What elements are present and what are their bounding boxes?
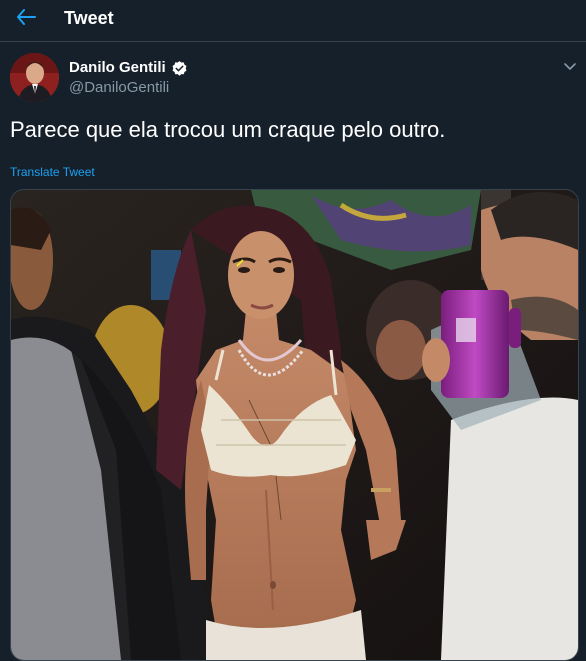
tweet-options-button[interactable] bbox=[562, 58, 578, 74]
chevron-down-icon bbox=[564, 63, 576, 70]
tweet-text: Parece que ela trocou um craque pelo out… bbox=[10, 117, 446, 142]
avatar[interactable] bbox=[10, 53, 59, 102]
verified-badge-icon bbox=[172, 60, 187, 76]
top-bar: Tweet bbox=[0, 0, 586, 42]
translate-tweet-link[interactable]: Translate Tweet bbox=[10, 165, 95, 179]
arrow-left-icon bbox=[17, 9, 36, 25]
author-handle[interactable]: @DaniloGentili bbox=[69, 79, 169, 97]
tweet-photo[interactable] bbox=[10, 189, 579, 661]
photo-image bbox=[11, 190, 578, 660]
author-display-name[interactable]: Danilo Gentili bbox=[69, 59, 166, 77]
page-title: Tweet bbox=[64, 8, 114, 28]
back-button[interactable] bbox=[14, 6, 38, 28]
author-name-row: Danilo Gentili bbox=[69, 59, 188, 77]
avatar-image bbox=[10, 53, 59, 102]
